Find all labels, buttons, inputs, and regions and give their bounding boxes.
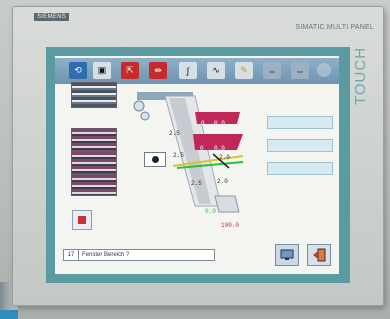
- align-icon[interactable]: ⇔: [263, 62, 281, 79]
- message-number: 17: [64, 250, 79, 260]
- view-thumbnail-top[interactable]: [71, 82, 117, 108]
- roller-small: [140, 111, 150, 121]
- status-circle-icon: [317, 63, 331, 77]
- hmi-screen: ⟲ ▣ ⇱ ⇹ ∫ ∿ ✎ ⇔ ⇔ 0 0.0 0 0.0 2.5 2.5 2.…: [55, 56, 339, 274]
- message-text: Fenster Bereich ?: [82, 252, 130, 258]
- view-thumbnail-2[interactable]: [71, 151, 117, 175]
- output-tray: [214, 195, 240, 213]
- small-left-value: 2.5: [191, 180, 202, 187]
- touch-label: TOUCH: [352, 46, 369, 106]
- toolbar: ⟲ ▣ ⇱ ⇹ ∫ ∿ ✎ ⇔ ⇔: [55, 58, 339, 84]
- spread-icon[interactable]: ⇹: [149, 62, 167, 79]
- brand-logo: SIEMENS: [34, 13, 70, 21]
- wrench-icon[interactable]: ✎: [235, 62, 253, 79]
- exit-door-icon: [313, 248, 326, 262]
- upper-left-value: 0: [201, 120, 205, 127]
- model-label: SIMATIC MULTI PANEL: [295, 24, 374, 31]
- value-field-1[interactable]: [267, 116, 333, 129]
- left-edge-accent: [0, 310, 18, 319]
- curve-icon[interactable]: ∫: [179, 62, 197, 79]
- tag-b: 2.5: [173, 152, 184, 159]
- value-field-2[interactable]: [267, 139, 333, 152]
- monitor-icon: [280, 249, 294, 260]
- align-alt-icon[interactable]: ⇔: [291, 62, 309, 79]
- exit-button[interactable]: [307, 244, 331, 266]
- red-value: 100.0: [221, 222, 240, 229]
- green-value: 0.0: [205, 208, 216, 215]
- upper-right-value: 0.0: [214, 120, 225, 127]
- red-square-icon: [78, 216, 86, 224]
- panel-icon[interactable]: ▣: [93, 62, 111, 79]
- monitor-button[interactable]: [275, 244, 299, 266]
- tag-a: 2.5: [169, 130, 180, 137]
- wave-icon[interactable]: ∿: [207, 62, 225, 79]
- view-thumbnail-3[interactable]: [71, 174, 117, 196]
- message-bar[interactable]: 17 Fenster Bereich ?: [63, 249, 215, 261]
- machine-small-icon[interactable]: [72, 210, 92, 230]
- expand-icon[interactable]: ⇱: [121, 62, 139, 79]
- mid-right-value: 0.0: [214, 145, 225, 152]
- roller-left: [133, 100, 145, 112]
- tag-d: 2.0: [219, 154, 230, 161]
- machine-diagram: [133, 92, 244, 213]
- cycle-icon[interactable]: ⟲: [69, 62, 87, 79]
- small-right-value: 2.0: [217, 178, 228, 185]
- mid-left-value: 0: [200, 145, 204, 152]
- value-field-3[interactable]: [267, 162, 333, 175]
